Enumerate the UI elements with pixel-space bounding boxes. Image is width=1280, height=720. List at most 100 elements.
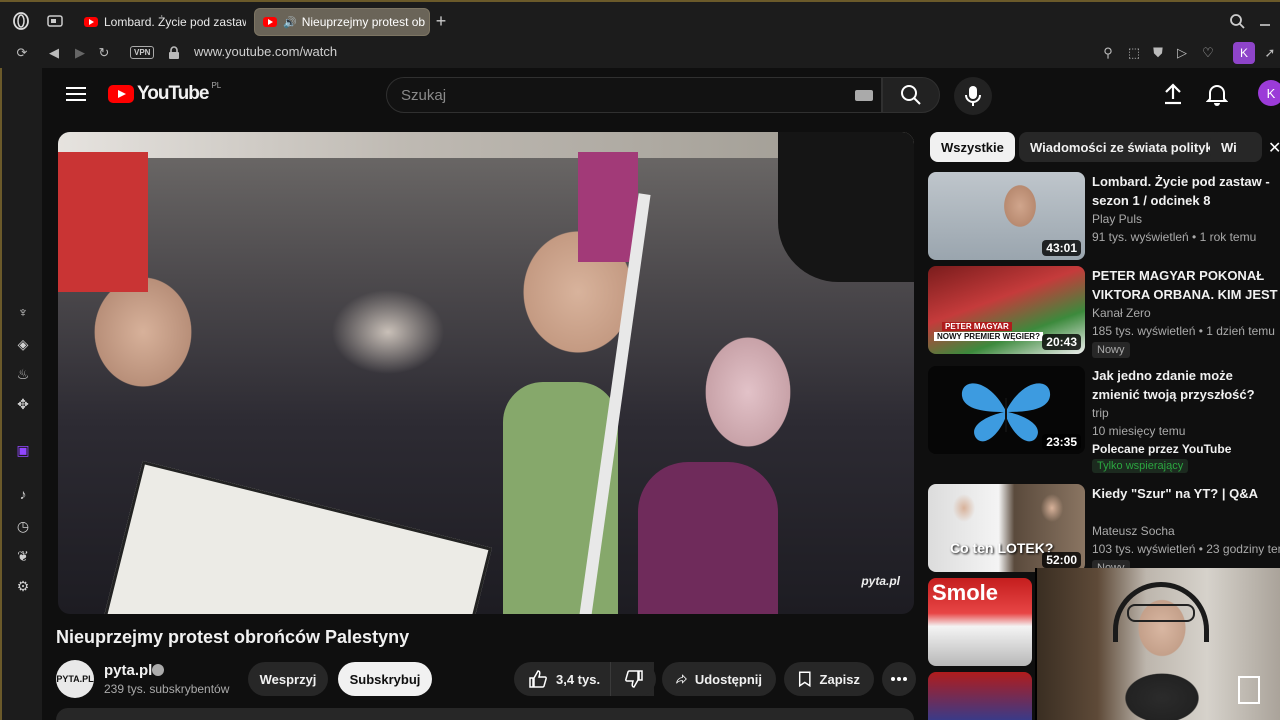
reload-tabs-icon[interactable]: ⟳ (12, 43, 32, 63)
search-tabs-icon[interactable] (1228, 12, 1246, 30)
tab-lombard[interactable]: Lombard. Życie pod zastaw (76, 8, 246, 36)
music-icon[interactable]: ♪ (13, 484, 33, 504)
chip-all[interactable]: Wszystkie (930, 132, 1015, 162)
minimize-icon[interactable] (1256, 12, 1274, 30)
youtube-logo[interactable]: YouTube PL (108, 81, 221, 105)
more-horizontal-icon (891, 677, 907, 681)
lock-icon[interactable] (164, 43, 184, 63)
subscribe-button[interactable]: Subskrybuj (338, 662, 432, 696)
description-box[interactable] (56, 708, 914, 720)
profile-avatar[interactable]: K (1233, 42, 1255, 64)
notifications-button[interactable] (1205, 82, 1234, 108)
chip-more[interactable]: Wi (1210, 132, 1262, 162)
upload-button[interactable] (1162, 82, 1190, 108)
recommendation-meta: 91 tys. wyświetleń • 1 rok temu (1092, 230, 1257, 244)
thumbnail-caption: PETER MAGYAR (942, 322, 1012, 331)
recommendation-meta: 10 miesięcy temu (1092, 424, 1186, 438)
butterfly-icon (961, 383, 1051, 442)
tab-title: Lombard. Życie pod zastaw (104, 15, 246, 29)
tab-switcher-icon[interactable] (46, 12, 64, 30)
recommendation-item[interactable]: 43:01 Lombard. Życie pod zastaw - sezon … (928, 172, 1280, 262)
chevron-right-icon[interactable]: ✕ (1268, 138, 1280, 158)
recommendation-channel[interactable]: Kanał Zero (1092, 306, 1151, 320)
workspace-icon[interactable]: ✥ (13, 394, 33, 414)
heart-icon[interactable]: ♡ (1198, 43, 1218, 63)
voice-search-button[interactable] (954, 77, 992, 115)
twitch-icon[interactable]: ▣ (13, 440, 33, 460)
crypto-wallet-icon[interactable]: ♨ (13, 364, 33, 384)
video-thumbnail[interactable]: Smole (928, 578, 1032, 666)
recommendation-item[interactable]: 23:35 Jak jedno zdanie może zmienić twoj… (928, 366, 1280, 476)
recommendation-item[interactable]: PETER MAGYAR NOWY PREMIER WĘGIER? 20:43 … (928, 266, 1280, 358)
video-duration: 43:01 (1042, 240, 1081, 256)
bookmark-icon (798, 671, 811, 688)
search-button[interactable] (882, 77, 940, 113)
video-thumbnail[interactable] (928, 672, 1032, 720)
camera-shape (778, 132, 914, 282)
chip-politics[interactable]: Wiadomości ze świata polityki (1019, 132, 1228, 162)
recommendation-channel[interactable]: trip (1092, 406, 1109, 420)
reload-icon[interactable]: ↻ (94, 43, 114, 63)
video-thumbnail[interactable]: PETER MAGYAR NOWY PREMIER WĘGIER? 20:43 (928, 266, 1085, 354)
back-icon[interactable]: ◀ (44, 43, 64, 63)
search-input[interactable] (401, 86, 841, 104)
video-watermark: pyta.pl (861, 574, 900, 588)
new-tab-icon[interactable]: + (432, 11, 450, 31)
save-button[interactable]: Zapisz (784, 662, 874, 696)
recommendation-title[interactable]: Jak jedno zdanie może zmienić twoją przy… (1092, 366, 1280, 404)
search-box (386, 77, 882, 113)
recommendation-channel[interactable]: Play Puls (1092, 212, 1142, 226)
snapshot-icon[interactable]: ⬚ (1124, 43, 1144, 63)
hamburger-menu-icon[interactable] (64, 84, 88, 104)
thumbs-down-icon (624, 670, 643, 688)
recommendation-item[interactable]: Co ten LOTEK? 52:00 Kiedy "Szur" na YT? … (928, 484, 1280, 576)
recommendation-title[interactable]: PETER MAGYAR POKONAŁ VIKTORA ORBANA. KIM… (1092, 266, 1280, 304)
vpn-badge[interactable]: VPN (130, 46, 155, 59)
headphones-shape (1113, 582, 1209, 642)
player-icon[interactable]: ▷ (1172, 43, 1192, 63)
recommendation-meta: 103 tys. wyświetleń • 23 godziny temu (1092, 542, 1280, 556)
share-button[interactable]: Udostępnij (662, 662, 776, 696)
support-button[interactable]: Wesprzyj (248, 662, 328, 696)
video-title: Nieuprzejmy protest obrońców Palestyny (56, 627, 410, 647)
extensions-icon[interactable]: ◈ (13, 334, 33, 354)
settings-gear-icon[interactable]: ⚙ (13, 576, 33, 596)
verified-icon (152, 664, 164, 676)
video-thumbnail[interactable]: Co ten LOTEK? 52:00 (928, 484, 1085, 572)
opera-menu-icon[interactable] (12, 12, 30, 30)
keyboard-icon[interactable] (855, 90, 873, 101)
channel-avatar[interactable]: PYTA.PL (56, 660, 94, 698)
like-count: 3,4 tys. (556, 671, 601, 687)
picture-in-picture-icon[interactable] (1238, 676, 1260, 704)
channel-name[interactable]: pyta.pl (104, 662, 152, 679)
video-thumbnail[interactable]: 23:35 (928, 366, 1085, 454)
microphone-icon (965, 86, 981, 106)
pin-icon[interactable]: ⚲ (1098, 43, 1118, 63)
thumbnail-caption: Co ten LOTEK? (950, 540, 1054, 556)
url-text[interactable]: www.youtube.com/watch (194, 44, 337, 59)
tab-protest[interactable]: 🔊 Nieuprzejmy protest ob (254, 8, 430, 36)
speaker-icon[interactable]: 🔊 (283, 16, 297, 29)
history-icon[interactable]: ◷ (13, 516, 33, 536)
recommendation-meta: 185 tys. wyświetleń • 1 dzień temu (1092, 324, 1275, 338)
search-icon (901, 85, 921, 105)
video-thumbnail[interactable]: 43:01 (928, 172, 1085, 260)
video-player[interactable]: pyta.pl (58, 132, 914, 614)
recommendation-title[interactable]: Lombard. Życie pod zastaw - sezon 1 / od… (1092, 172, 1280, 210)
thumbs-up-icon (529, 670, 547, 688)
sign-shape (103, 460, 493, 614)
forward-icon[interactable]: ▶ (70, 43, 90, 63)
account-avatar[interactable]: K (1258, 80, 1280, 106)
share-icon[interactable]: ➚ (1260, 43, 1280, 63)
subscriber-count: 239 tys. subskrybentów (104, 682, 230, 696)
person-shape (638, 462, 778, 614)
recommendation-channel[interactable]: Mateusz Socha (1092, 524, 1175, 538)
snap-icon[interactable]: ❦ (13, 546, 33, 566)
dislike-button[interactable] (610, 662, 656, 696)
browser-sidebar: ♆ ◈ ♨ ✥ ▣ ♪ ◷ ❦ ⚙ (0, 68, 42, 720)
recommendation-title[interactable]: Kiedy "Szur" na YT? | Q&A (1092, 484, 1280, 503)
thumbnail-caption: Smole (932, 580, 999, 605)
aria-icon[interactable]: ♆ (13, 302, 33, 322)
more-actions-button[interactable] (882, 662, 916, 696)
shield-icon[interactable]: ⛊ (1148, 43, 1168, 63)
